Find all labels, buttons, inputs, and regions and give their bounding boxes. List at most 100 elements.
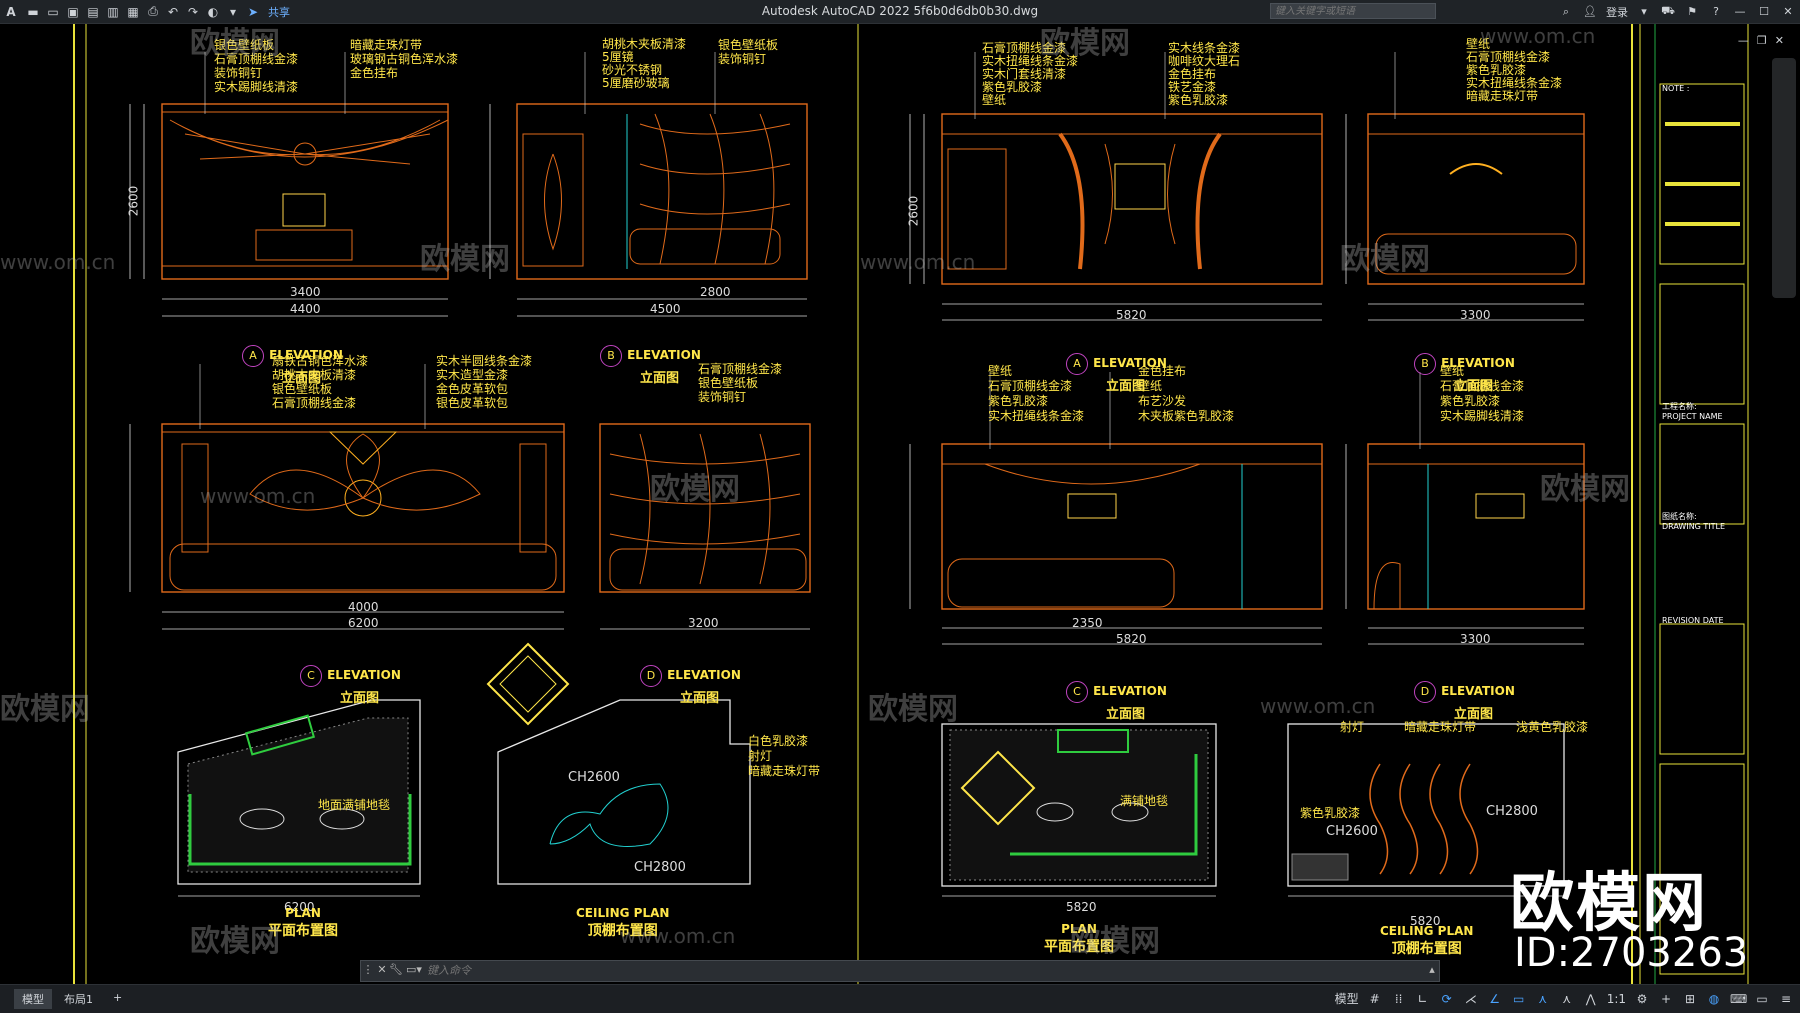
plus-icon[interactable]: + bbox=[1658, 992, 1674, 1006]
status-toggles: 模型 # ⁞⁞ ∟ ⟳ ⋌ ∠ ▭ ⋏ ⋏ ⋀ 1:1 ⚙ + ⊞ ◍ ⌨ ▭ … bbox=[1335, 990, 1794, 1007]
grid-icon[interactable]: # bbox=[1367, 992, 1383, 1006]
close-icon[interactable]: ✕ bbox=[1780, 5, 1796, 18]
ceiling-title-left: CEILING PLAN 顶棚布置图 bbox=[576, 906, 670, 939]
dim-left-a-mid: 3400 bbox=[290, 285, 321, 299]
search-icon[interactable]: ⌕ bbox=[1558, 5, 1574, 19]
dim-left-c-total: 6200 bbox=[348, 616, 379, 630]
command-history-icon[interactable]: ▭▾ bbox=[403, 963, 425, 979]
title-bar-right: ⌕ 👤︎ 登录 ▾ ⛟ ⚑ ? — ☐ ✕ bbox=[1558, 0, 1796, 23]
osnap-tracking-icon[interactable]: ∠ bbox=[1487, 992, 1503, 1006]
help-icon[interactable]: ? bbox=[1708, 5, 1724, 18]
plot-icon[interactable]: ⎙ bbox=[144, 3, 162, 21]
autoscale-icon[interactable]: ⋏ bbox=[1559, 992, 1575, 1006]
undo-icon[interactable]: ↶ bbox=[164, 3, 182, 21]
isodraft-icon[interactable]: ⋌ bbox=[1463, 992, 1479, 1006]
isolate-icon[interactable]: ◍ bbox=[1706, 992, 1722, 1006]
right-b-notes: 壁纸 石膏顶棚线金漆 紫色乳胶漆 实木扭绳线条金漆 暗藏走珠灯带 bbox=[1466, 37, 1563, 103]
open-icon[interactable]: ▭ bbox=[44, 3, 62, 21]
elev-title-right-c: C ELEVATION 立面图 bbox=[1066, 680, 1167, 722]
dim-right-a-height: 2600 bbox=[906, 195, 921, 227]
navigation-bar[interactable] bbox=[1772, 58, 1796, 298]
cad-drawing bbox=[73, 24, 1749, 984]
viewport-close-icon[interactable]: ✕ bbox=[1775, 34, 1784, 47]
left-elevation-b bbox=[516, 103, 808, 280]
command-input[interactable] bbox=[425, 962, 1425, 980]
drawing-canvas[interactable]: 银色壁纸板 石膏顶棚线金漆 装饰铜钉 实木踢脚线清漆 暗藏走珠灯带 玻璃钢古铜色… bbox=[0, 24, 1800, 984]
right-ceiling-ch2: CH2800 bbox=[1486, 804, 1538, 819]
left-b-notes: 胡桃木夹板清漆 5厘镜 砂光不锈钢 5厘磨砂玻璃 bbox=[602, 37, 687, 90]
right-elevation-a bbox=[941, 113, 1323, 285]
customize-icon[interactable]: ≡ bbox=[1778, 992, 1794, 1006]
elev-title-left-a: A ELEVATION 立面图 bbox=[242, 344, 343, 386]
elev-title-right-d: D ELEVATION 立面图 bbox=[1414, 680, 1515, 722]
redo-icon[interactable]: ↷ bbox=[184, 3, 202, 21]
user-icon[interactable]: 👤︎ bbox=[1582, 5, 1598, 18]
dim-left-a-total: 4400 bbox=[290, 302, 321, 316]
share-icon[interactable]: ➤ bbox=[244, 3, 262, 21]
hardware-icon[interactable]: ⌨ bbox=[1730, 992, 1747, 1006]
command-line: ⋮ ✕ 🔧︎ ▭▾ ▴ bbox=[360, 960, 1440, 982]
workspace-icon[interactable]: ◐ bbox=[204, 3, 222, 21]
right-a-notes-right: 实木线条金漆 咖啡纹大理石 金色挂布 铁艺金漆 紫色乳胶漆 bbox=[1168, 41, 1241, 107]
elev-title-left-d: D ELEVATION 立面图 bbox=[640, 664, 741, 706]
save-icon[interactable]: ▣ bbox=[64, 3, 82, 21]
snap-icon[interactable]: ⁞⁞ bbox=[1391, 992, 1407, 1006]
elev-title-left-b: B ELEVATION 立面图 bbox=[600, 344, 701, 386]
right-plan-note: 满铺地毯 bbox=[1120, 794, 1169, 808]
command-close-icon[interactable]: ✕ bbox=[375, 963, 389, 979]
units-icon[interactable]: ⊞ bbox=[1682, 992, 1698, 1006]
dim-right-c-total: 5820 bbox=[1116, 632, 1147, 646]
dim-left-d-total: 3200 bbox=[688, 616, 719, 630]
add-layout-button[interactable]: + bbox=[105, 989, 130, 1009]
left-ceiling-ch2: CH2800 bbox=[634, 860, 686, 875]
connect-icon[interactable]: ⚑ bbox=[1684, 5, 1700, 18]
annotation-scale-icon[interactable]: ⋀ bbox=[1583, 992, 1599, 1006]
tab-model[interactable]: 模型 bbox=[14, 989, 52, 1009]
elev-title-left-c: C ELEVATION 立面图 bbox=[300, 664, 401, 706]
model-space-button[interactable]: 模型 bbox=[1335, 990, 1359, 1007]
tab-layout1[interactable]: 布局1 bbox=[56, 989, 101, 1009]
dim-right-b-total: 3300 bbox=[1460, 308, 1491, 322]
ortho-icon[interactable]: ∟ bbox=[1415, 992, 1431, 1006]
dim-left-c-mid: 4000 bbox=[348, 600, 379, 614]
titleblock-drawing-title: 图纸名称: DRAWING TITLE bbox=[1662, 512, 1726, 531]
scale-dropdown[interactable]: 1:1 bbox=[1607, 992, 1626, 1006]
left-elevation-a bbox=[161, 103, 449, 280]
search-input[interactable] bbox=[1270, 3, 1436, 19]
viewport-minimize-icon[interactable]: — bbox=[1738, 34, 1749, 47]
left-a-notes-right: 暗藏走珠灯带 玻璃钢古铜色浑水漆 金色挂布 bbox=[350, 38, 459, 80]
dim-right-plan-total: 5820 bbox=[1066, 900, 1097, 914]
workspace-switch-icon[interactable]: ⚙ bbox=[1634, 992, 1650, 1006]
cart-icon[interactable]: ▾ bbox=[1636, 5, 1652, 18]
polar-icon[interactable]: ⟳ bbox=[1439, 992, 1455, 1006]
left-a-notes: 银色壁纸板 石膏顶棚线金漆 装饰铜钉 实木踢脚线清漆 bbox=[214, 38, 299, 94]
export-icon[interactable]: ▦ bbox=[124, 3, 142, 21]
command-settings-icon[interactable]: 🔧︎ bbox=[389, 963, 403, 979]
marker-a-icon: A bbox=[242, 345, 264, 367]
status-bar: 模型 布局1 + 模型 # ⁞⁞ ∟ ⟳ ⋌ ∠ ▭ ⋏ ⋏ ⋀ 1:1 ⚙ +… bbox=[0, 984, 1800, 1013]
titleblock-revision: REVISION DATE bbox=[1662, 616, 1724, 625]
dim-left-b-total: 4500 bbox=[650, 302, 681, 316]
share-label[interactable]: 共享 bbox=[268, 4, 290, 20]
dropdown-icon[interactable]: ▾ bbox=[224, 3, 242, 21]
saveweb-icon[interactable]: ▥ bbox=[104, 3, 122, 21]
viewport-restore-icon[interactable]: ❐ bbox=[1757, 34, 1767, 47]
left-ceiling-plan bbox=[497, 699, 751, 885]
clean-screen-icon[interactable]: ▭ bbox=[1754, 992, 1770, 1006]
minimize-icon[interactable]: — bbox=[1732, 5, 1748, 18]
maximize-icon[interactable]: ☐ bbox=[1756, 5, 1772, 18]
elev-title-right-a: A ELEVATION 立面图 bbox=[1066, 352, 1167, 394]
direction-marker-left bbox=[486, 642, 570, 726]
store-icon[interactable]: ⛟ bbox=[1660, 4, 1676, 19]
osnap-icon[interactable]: ▭ bbox=[1511, 992, 1527, 1006]
command-grip-icon[interactable]: ⋮ bbox=[361, 963, 375, 979]
dim-left-a-height: 2600 bbox=[126, 185, 141, 217]
annotation-visibility-icon[interactable]: ⋏ bbox=[1535, 992, 1551, 1006]
login-button[interactable]: 登录 bbox=[1606, 4, 1628, 20]
new-icon[interactable]: ▬ bbox=[24, 3, 42, 21]
right-elevation-d bbox=[1367, 443, 1585, 610]
autocad-logo-icon[interactable]: A bbox=[0, 3, 22, 21]
dim-right-c-mid: 2350 bbox=[1072, 616, 1103, 630]
command-expand-icon[interactable]: ▴ bbox=[1425, 963, 1439, 979]
saveas-icon[interactable]: ▤ bbox=[84, 3, 102, 21]
